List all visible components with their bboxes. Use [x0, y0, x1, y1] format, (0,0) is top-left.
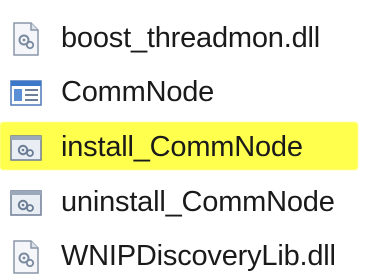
dll-file-icon [8, 21, 44, 57]
file-item-uninstall-commnode[interactable]: uninstall_CommNode [0, 177, 372, 229]
file-item-wnipdiscoverylib-dll[interactable]: WNIPDiscoveryLib.dll [0, 231, 372, 277]
dll-file-icon [8, 239, 44, 275]
file-name: install_CommNode [61, 131, 303, 163]
application-window-icon [8, 75, 44, 111]
file-item-install-commnode[interactable]: install_CommNode [0, 122, 372, 174]
file-name: boost_threadmon.dll [61, 22, 320, 54]
file-item-commnode[interactable]: CommNode [0, 67, 372, 119]
file-name: CommNode [61, 76, 215, 108]
file-item-boost-threadmon-dll[interactable]: boost_threadmon.dll [0, 13, 372, 65]
file-name: uninstall_CommNode [61, 186, 335, 218]
file-list: boost_threadmon.dll CommNode install_Com… [0, 0, 372, 277]
file-name: WNIPDiscoveryLib.dll [61, 240, 336, 272]
batch-file-icon [8, 130, 44, 166]
batch-file-icon [8, 185, 44, 221]
